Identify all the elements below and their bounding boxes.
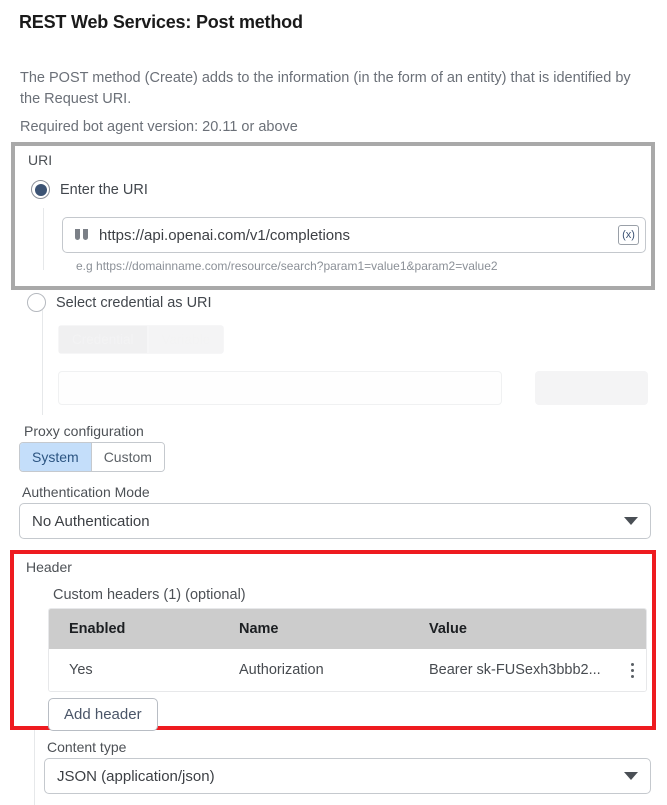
- custom-headers-table: Enabled Name Value Yes Authorization Bea…: [48, 608, 647, 692]
- tab-variable[interactable]: Variable: [147, 325, 225, 354]
- proxy-option-custom[interactable]: Custom: [91, 443, 164, 471]
- uri-input-value: https://api.openai.com/v1/completions: [99, 226, 350, 244]
- proxy-configuration-label: Proxy configuration: [24, 423, 144, 439]
- column-header-name: Name: [239, 621, 279, 637]
- chevron-down-icon[interactable]: [624, 517, 638, 525]
- cell-value: Bearer sk-FUSexh3bbb2...: [429, 662, 601, 678]
- required-version-text: Required bot agent version: 20.11 or abo…: [20, 119, 298, 135]
- row-overflow-menu-icon[interactable]: [618, 662, 646, 678]
- cell-name: Authorization: [239, 662, 324, 678]
- radio-enter-the-uri[interactable]: Enter the URI: [31, 180, 148, 199]
- page-description: The POST method (Create) adds to the inf…: [20, 70, 631, 107]
- credential-area-disabled: Credential Variable: [58, 325, 654, 411]
- indent-guide-content-type: [34, 730, 35, 805]
- radio-select-credential-label: Select credential as URI: [56, 294, 212, 311]
- uri-input[interactable]: https://api.openai.com/v1/completions (x…: [62, 217, 646, 253]
- chevron-down-icon[interactable]: [624, 772, 638, 780]
- uri-group-label: URI: [28, 152, 53, 168]
- content-type-select[interactable]: JSON (application/json): [44, 758, 651, 794]
- proxy-configuration-toggle[interactable]: System Custom: [19, 442, 165, 472]
- uri-hint-text: e.g https://domainname.com/resource/sear…: [76, 259, 498, 273]
- radio-select-credential-as-uri[interactable]: Select credential as URI: [27, 293, 212, 312]
- radio-enter-the-uri-indicator[interactable]: [31, 180, 50, 199]
- authentication-mode-select[interactable]: No Authentication: [19, 503, 651, 539]
- credential-browse-button[interactable]: [535, 371, 648, 405]
- authentication-mode-value: No Authentication: [32, 512, 150, 530]
- credential-input[interactable]: [58, 371, 502, 405]
- cell-enabled: Yes: [69, 662, 93, 678]
- tab-credential[interactable]: Credential: [58, 325, 148, 354]
- column-header-enabled: Enabled: [69, 621, 126, 637]
- page-title: REST Web Services: Post method: [19, 12, 303, 32]
- credential-tabs: Credential Variable: [58, 325, 225, 354]
- custom-headers-label: Custom headers (1) (optional): [53, 587, 246, 603]
- indent-guide-credential: [42, 310, 43, 415]
- table-header-row: Enabled Name Value: [49, 609, 646, 649]
- header-section-highlight: Header Custom headers (1) (optional) Ena…: [10, 550, 656, 731]
- authentication-mode-label: Authentication Mode: [22, 484, 150, 500]
- rest-post-method-panel: REST Web Services: Post method The POST …: [0, 0, 667, 805]
- column-header-value: Value: [429, 621, 467, 637]
- content-type-label: Content type: [47, 739, 127, 755]
- add-header-button[interactable]: Add header: [48, 698, 158, 731]
- insert-variable-icon[interactable]: (x): [618, 225, 639, 245]
- uri-group: URI Enter the URI https://api.openai.com…: [11, 142, 655, 290]
- proxy-option-system[interactable]: System: [20, 443, 92, 471]
- header-group-label: Header: [26, 559, 72, 575]
- quote-icon: [73, 226, 91, 244]
- content-type-value: JSON (application/json): [57, 767, 215, 785]
- radio-select-credential-indicator[interactable]: [27, 293, 46, 312]
- indent-guide: [43, 208, 44, 270]
- table-row[interactable]: Yes Authorization Bearer sk-FUSexh3bbb2.…: [49, 649, 646, 691]
- radio-enter-the-uri-label: Enter the URI: [60, 181, 148, 198]
